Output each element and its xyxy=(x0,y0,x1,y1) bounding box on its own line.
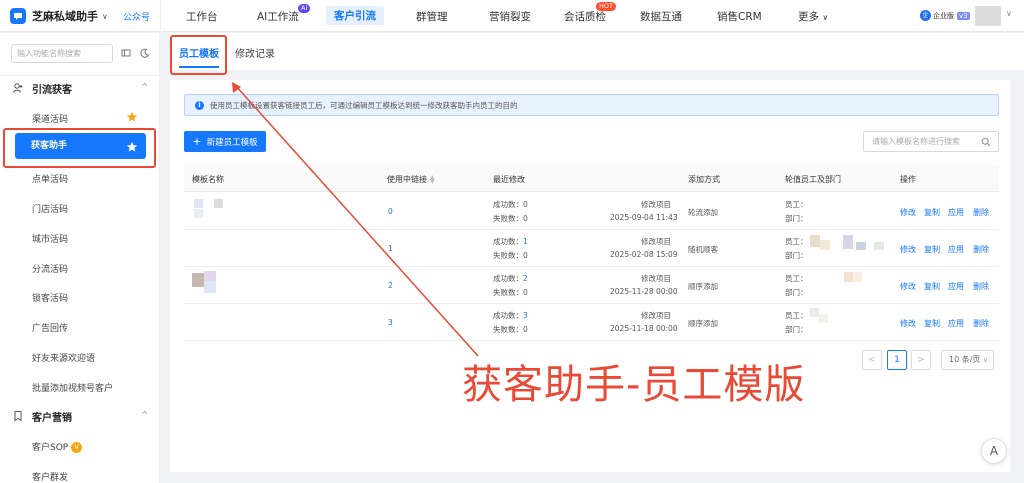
assistant-float-button[interactable]: A xyxy=(981,438,1007,464)
annotation-label: 获客助手-员工模版 xyxy=(462,362,806,408)
annotation-arrow xyxy=(232,82,479,357)
